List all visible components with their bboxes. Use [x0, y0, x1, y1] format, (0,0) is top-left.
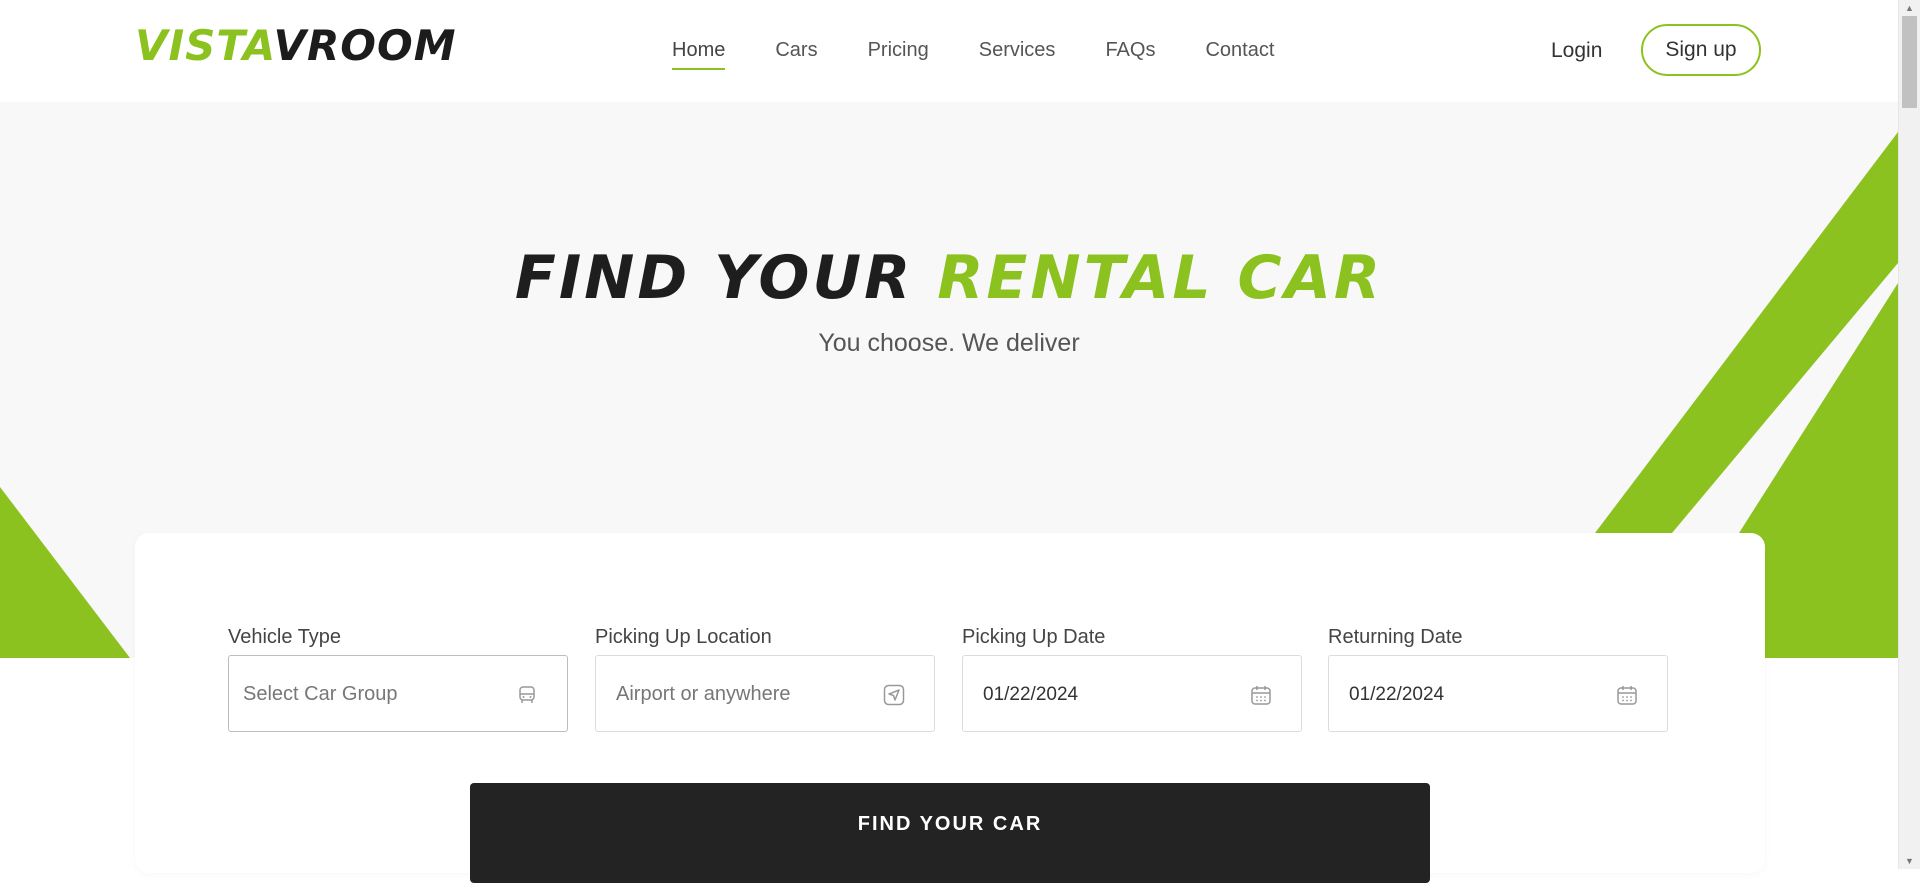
hero-title: FIND YOUR RENTAL CAR: [0, 242, 1898, 314]
pickup-date-value: 01/22/2024: [983, 684, 1079, 705]
nav-item-faqs[interactable]: FAQs: [1105, 38, 1155, 70]
vehicle-type-label: Vehicle Type: [228, 626, 342, 648]
nav-item-pricing[interactable]: Pricing: [868, 38, 929, 70]
return-date-label: Returning Date: [1328, 626, 1463, 648]
site-header: VISTAVROOM Home Cars Pricing Services FA…: [0, 0, 1898, 102]
pickup-location-field: Picking Up Location Airport or anywhere: [595, 625, 935, 732]
find-your-car-button[interactable]: FIND YOUR CAR: [470, 783, 1430, 883]
pickup-date-input[interactable]: 01/22/2024: [962, 655, 1302, 732]
logo-part-vroom: VROOM: [273, 21, 457, 70]
page-scrollbar[interactable]: ▲ ▼: [1898, 0, 1920, 869]
location-arrow-icon: [883, 684, 905, 706]
scroll-down-arrow-icon[interactable]: ▼: [1899, 853, 1920, 869]
hero-title-part-1: FIND YOUR: [514, 243, 914, 313]
login-link[interactable]: Login: [1551, 38, 1602, 64]
main-nav: Home Cars Pricing Services FAQs Contact: [672, 38, 1274, 70]
hero-subtitle: You choose. We deliver: [818, 329, 1080, 357]
return-date-field: Returning Date 01/22/2024: [1328, 625, 1668, 732]
scroll-up-arrow-icon[interactable]: ▲: [1899, 0, 1920, 16]
logo-part-vista: VISTA: [135, 21, 274, 70]
brand-logo[interactable]: VISTAVROOM: [135, 20, 457, 72]
hero-title-part-2: RENTAL CAR: [937, 243, 1384, 313]
vehicle-type-placeholder: Select Car Group: [243, 683, 398, 705]
pickup-date-field: Picking Up Date 01/22/2024: [962, 625, 1302, 732]
car-icon: [519, 686, 535, 703]
return-date-value: 01/22/2024: [1349, 684, 1445, 705]
pickup-location-input[interactable]: Airport or anywhere: [595, 655, 935, 732]
pickup-location-label: Picking Up Location: [595, 626, 772, 648]
nav-item-services[interactable]: Services: [979, 38, 1056, 70]
left-green-triangle: [0, 487, 130, 658]
return-date-input[interactable]: 01/22/2024: [1328, 655, 1668, 732]
nav-item-contact[interactable]: Contact: [1205, 38, 1274, 70]
calendar-icon[interactable]: [1615, 683, 1639, 707]
signup-button[interactable]: Sign up: [1641, 24, 1761, 76]
vehicle-type-select[interactable]: Select Car Group: [228, 655, 568, 732]
booking-card: Vehicle Type Select Car Group Picking Up…: [135, 533, 1765, 883]
pickup-date-label: Picking Up Date: [962, 626, 1106, 648]
nav-item-cars[interactable]: Cars: [775, 38, 817, 70]
pickup-location-placeholder: Airport or anywhere: [616, 683, 791, 705]
scrollbar-thumb[interactable]: [1902, 16, 1917, 108]
calendar-icon[interactable]: [1249, 683, 1273, 707]
vehicle-type-field: Vehicle Type Select Car Group: [228, 625, 568, 732]
nav-item-home[interactable]: Home: [672, 38, 726, 70]
